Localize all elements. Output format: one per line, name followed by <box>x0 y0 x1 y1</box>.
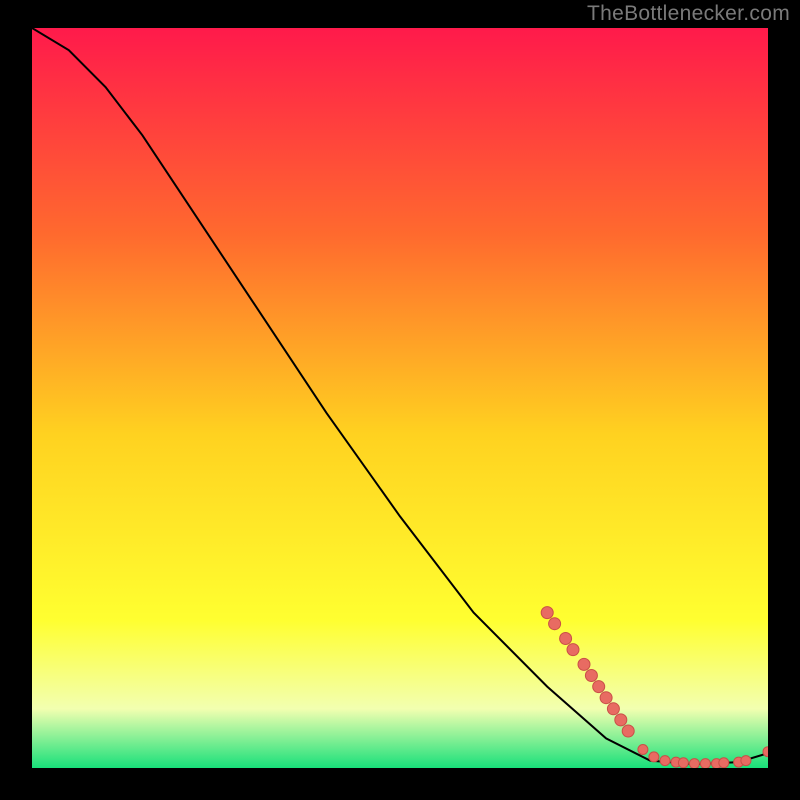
gradient-background <box>32 28 768 768</box>
data-marker <box>615 714 627 726</box>
watermark-label: TheBottlenecker.com <box>587 2 790 26</box>
data-marker <box>585 670 597 682</box>
data-marker <box>600 692 612 704</box>
data-marker <box>593 681 605 693</box>
data-marker <box>567 644 579 656</box>
data-marker <box>607 703 619 715</box>
data-marker <box>700 759 710 768</box>
data-marker <box>719 758 729 768</box>
data-marker <box>660 756 670 766</box>
data-marker <box>560 633 572 645</box>
bottleneck-chart <box>32 28 768 768</box>
data-marker <box>549 618 561 630</box>
data-marker <box>678 758 688 768</box>
data-marker <box>741 756 751 766</box>
data-marker <box>689 759 699 768</box>
data-marker <box>541 607 553 619</box>
chart-frame: TheBottlenecker.com <box>0 0 800 800</box>
plot-area <box>32 28 768 768</box>
data-marker <box>649 752 659 762</box>
data-marker <box>638 745 648 755</box>
data-marker <box>578 658 590 670</box>
data-marker <box>622 725 634 737</box>
